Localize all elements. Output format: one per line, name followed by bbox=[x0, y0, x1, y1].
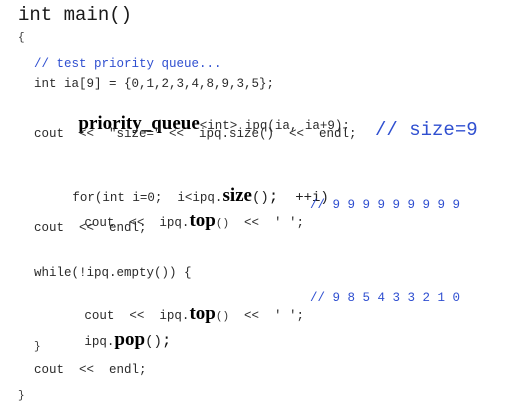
endl-line-1: cout << endl; bbox=[34, 221, 147, 235]
endl-line-2: cout << endl; bbox=[34, 363, 147, 377]
open-brace: { bbox=[18, 32, 25, 44]
space-output-2: << ' '; bbox=[229, 309, 305, 323]
size-output-line: cout << "size=" << ipq.size() << endl; bbox=[34, 127, 357, 141]
comment-sorted-output: // 9 8 5 4 3 3 2 1 0 bbox=[310, 291, 461, 305]
pop-line: ipq.pop(); bbox=[46, 314, 171, 365]
top-parens-2: () bbox=[215, 311, 230, 323]
code-listing: int main() { // test priority queue... i… bbox=[0, 0, 519, 418]
while-loop-header: while(!ipq.empty()) { bbox=[34, 266, 192, 280]
top-method-2: top bbox=[189, 303, 216, 324]
pop-parens: () bbox=[145, 334, 162, 350]
main-signature: int main() bbox=[18, 4, 133, 26]
priority-queue-declaration: priority_queue<int> ipq(ia, ia+9); bbox=[40, 98, 349, 149]
array-declaration: int ia[9] = {0,1,2,3,4,8,9,3,5}; bbox=[34, 77, 275, 91]
comment-test-priority-queue: // test priority queue... bbox=[34, 57, 222, 71]
top-parens: () bbox=[215, 218, 230, 230]
space-output: << ' '; bbox=[229, 216, 305, 230]
while-close-brace: } bbox=[34, 341, 41, 353]
main-close-brace: } bbox=[18, 390, 25, 402]
pop-method: pop bbox=[114, 329, 146, 350]
comment-all-nines: // 9 9 9 9 9 9 9 9 9 bbox=[310, 198, 461, 212]
ipq-prefix: ipq. bbox=[84, 335, 115, 349]
top-method: top bbox=[189, 210, 216, 231]
pop-semicolon: ; bbox=[161, 332, 172, 350]
comment-size: // size=9 bbox=[375, 119, 478, 141]
